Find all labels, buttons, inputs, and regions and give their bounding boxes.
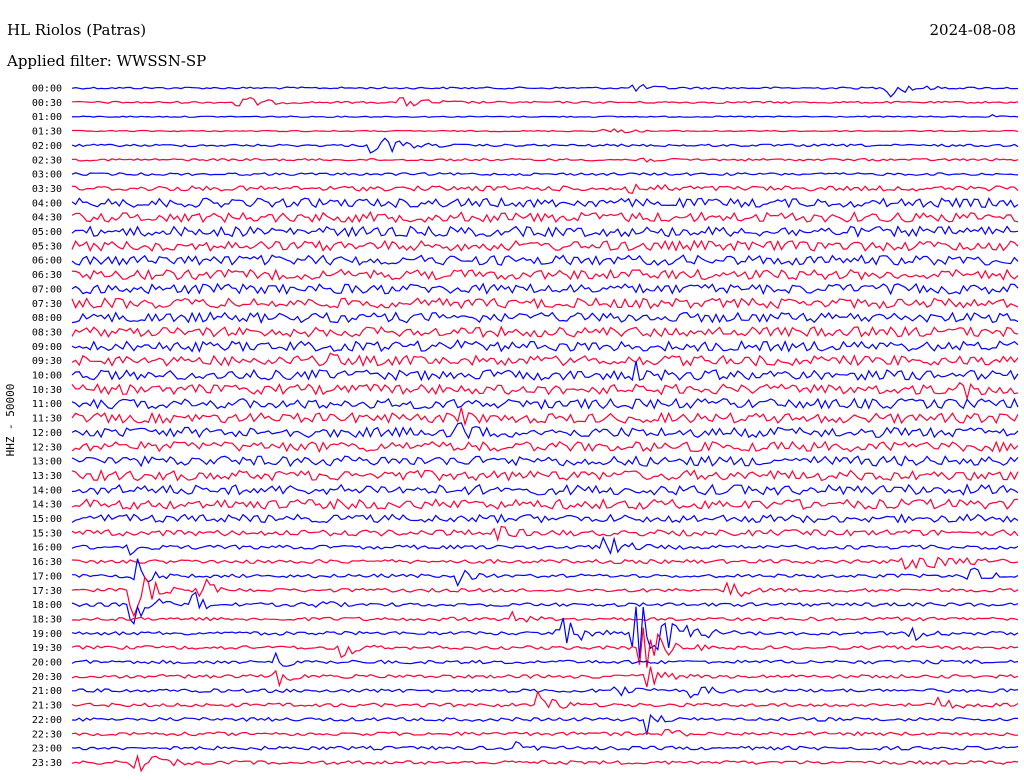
time-tick-label: 14:30 bbox=[32, 500, 62, 511]
trace-row bbox=[71, 753, 1019, 773]
trace-row bbox=[71, 422, 1019, 440]
time-tick-label: 08:30 bbox=[32, 327, 62, 338]
time-tick-label: 15:30 bbox=[32, 528, 62, 539]
trace-row bbox=[72, 128, 1019, 134]
time-tick-label: 12:00 bbox=[32, 428, 62, 439]
trace-row bbox=[71, 651, 1019, 667]
trace-row bbox=[71, 483, 1019, 496]
trace-row bbox=[71, 137, 1019, 154]
time-tick-label: 00:00 bbox=[32, 84, 62, 95]
trace-row bbox=[71, 610, 1019, 623]
trace-row bbox=[71, 239, 1019, 253]
trace-row bbox=[71, 498, 1019, 511]
time-tick-label: 19:00 bbox=[32, 629, 62, 640]
time-tick-label: 03:30 bbox=[32, 184, 62, 195]
time-tick-label: 20:00 bbox=[32, 658, 62, 669]
time-tick-label: 04:30 bbox=[32, 213, 62, 224]
time-tick-label: 11:00 bbox=[32, 399, 62, 410]
time-tick-label: 09:00 bbox=[32, 342, 62, 353]
time-tick-label: 01:30 bbox=[32, 127, 62, 138]
time-tick-label: 13:30 bbox=[32, 471, 62, 482]
time-tick-label: 16:00 bbox=[32, 543, 62, 554]
trace-row bbox=[71, 740, 1019, 751]
time-tick-label: 22:30 bbox=[32, 729, 62, 740]
trace-row bbox=[72, 686, 1019, 699]
trace-row bbox=[71, 361, 1019, 382]
time-tick-label: 03:00 bbox=[32, 170, 62, 181]
trace-row bbox=[71, 525, 1019, 542]
trace-row bbox=[71, 713, 1019, 735]
time-tick-label: 05:00 bbox=[32, 227, 62, 238]
time-tick-label: 09:30 bbox=[32, 356, 62, 367]
time-tick-label: 15:00 bbox=[32, 514, 62, 525]
time-tick-label: 13:00 bbox=[32, 457, 62, 468]
time-tick-label: 21:30 bbox=[32, 701, 62, 712]
time-tick-label: 17:00 bbox=[32, 571, 62, 582]
trace-row bbox=[71, 325, 1019, 339]
trace-row bbox=[71, 381, 1019, 401]
time-tick-label: 14:00 bbox=[32, 485, 62, 496]
trace-row bbox=[71, 407, 1019, 427]
trace-row bbox=[71, 311, 1019, 324]
time-tick-label: 04:00 bbox=[32, 198, 62, 209]
trace-row bbox=[71, 83, 1019, 98]
time-tick-label: 07:30 bbox=[32, 299, 62, 310]
trace-row bbox=[71, 455, 1019, 468]
trace-row bbox=[71, 575, 1019, 618]
trace-row bbox=[71, 666, 1019, 688]
time-tick-label: 17:30 bbox=[32, 586, 62, 597]
trace-row bbox=[71, 297, 1019, 310]
time-tick-label: 10:00 bbox=[32, 371, 62, 382]
time-tick-label: 10:30 bbox=[32, 385, 62, 396]
trace-row bbox=[71, 183, 1019, 194]
time-tick-label: 06:30 bbox=[32, 270, 62, 281]
trace-row bbox=[71, 114, 1019, 118]
trace-row bbox=[71, 282, 1019, 296]
trace-row bbox=[71, 606, 1019, 659]
time-tick-label: 02:00 bbox=[32, 141, 62, 152]
time-tick-label: 07:00 bbox=[32, 284, 62, 295]
trace-row bbox=[71, 556, 1019, 570]
trace-row bbox=[71, 225, 1019, 238]
trace-row bbox=[71, 558, 1019, 587]
time-tick-label: 23:30 bbox=[32, 758, 62, 769]
trace-row bbox=[71, 339, 1019, 353]
trace-row bbox=[71, 157, 1019, 163]
time-tick-label: 06:00 bbox=[32, 256, 62, 267]
time-tick-label: 05:30 bbox=[32, 241, 62, 252]
trace-row bbox=[71, 197, 1019, 209]
time-tick-label: 02:30 bbox=[32, 155, 62, 166]
time-tick-label: 01:00 bbox=[32, 112, 62, 123]
time-tick-label: 18:30 bbox=[32, 614, 62, 625]
time-tick-label: 16:30 bbox=[32, 557, 62, 568]
trace-row bbox=[71, 96, 1019, 107]
time-tick-label: 21:00 bbox=[32, 686, 62, 697]
trace-row bbox=[71, 210, 1019, 224]
helicorder-plot: 00:00 00:30 01:00 01:30 02:00 02:30 03:00 03:30… bbox=[32, 83, 1019, 773]
time-tick-label: 11:30 bbox=[32, 414, 62, 425]
trace-row bbox=[71, 728, 1019, 737]
trace-row bbox=[71, 397, 1019, 410]
time-tick-label: 12:30 bbox=[32, 442, 62, 453]
trace-row bbox=[71, 352, 1019, 368]
time-tick-label: 18:00 bbox=[32, 600, 62, 611]
time-tick-label: 00:30 bbox=[32, 98, 62, 109]
trace-row bbox=[71, 536, 1019, 556]
time-tick-label: 23:00 bbox=[32, 744, 62, 755]
trace-row bbox=[71, 513, 1019, 524]
time-tick-label: 19:30 bbox=[32, 643, 62, 654]
trace-row bbox=[71, 268, 1019, 281]
trace-row bbox=[71, 690, 1019, 710]
time-tick-label: 22:00 bbox=[32, 715, 62, 726]
trace-row bbox=[71, 254, 1019, 267]
trace-row bbox=[71, 440, 1019, 454]
trace-row bbox=[71, 469, 1019, 482]
time-tick-label: 08:00 bbox=[32, 313, 62, 324]
time-tick-label: 20:30 bbox=[32, 672, 62, 683]
trace-row bbox=[71, 172, 1019, 177]
